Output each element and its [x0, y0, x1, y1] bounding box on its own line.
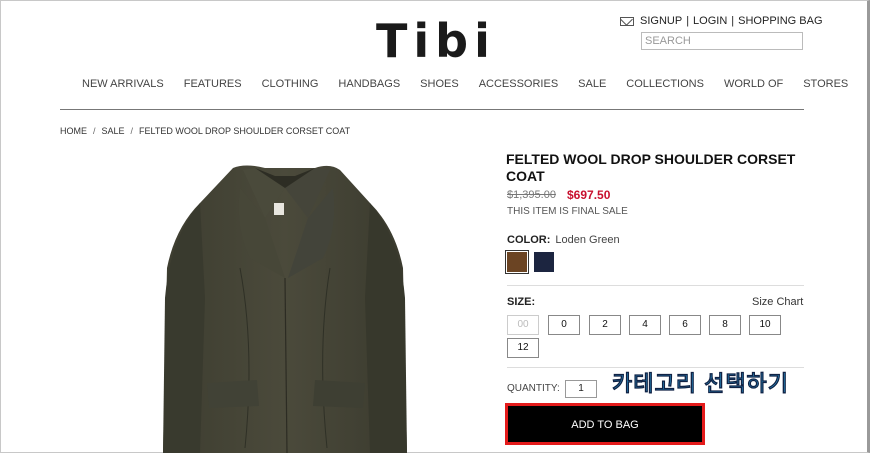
nav-collections[interactable]: COLLECTIONS	[616, 78, 714, 90]
nav-features[interactable]: FEATURES	[174, 78, 252, 90]
final-sale-note: THIS ITEM IS FINAL SALE	[507, 206, 628, 217]
product-image[interactable]	[145, 148, 425, 453]
nav-sale[interactable]: SALE	[568, 78, 616, 90]
color-swatch-brown[interactable]	[505, 250, 529, 274]
main-nav: NEW ARRIVALS FEATURES CLOTHING HANDBAGS …	[72, 78, 858, 90]
size-option-8[interactable]: 8	[709, 315, 741, 335]
breadcrumb-current: FELTED WOOL DROP SHOULDER CORSET COAT	[139, 126, 351, 136]
size-label: SIZE:	[507, 296, 536, 308]
coat-illustration	[163, 165, 407, 453]
nav-handbags[interactable]: HANDBAGS	[328, 78, 410, 90]
shopping-bag-link[interactable]: SHOPPING BAG	[738, 15, 822, 27]
size-chart-link[interactable]: Size Chart	[752, 296, 803, 308]
add-to-bag-button[interactable]: ADD TO BAG	[505, 403, 705, 445]
color-swatch-navy[interactable]	[534, 252, 554, 272]
divider	[507, 285, 804, 286]
size-option-12[interactable]: 12	[507, 338, 539, 358]
sale-price: $697.50	[567, 188, 611, 202]
product-title: FELTED WOOL DROP SHOULDER CORSET COAT	[506, 151, 796, 184]
color-label-row: COLOR: Loden Green	[507, 234, 620, 246]
breadcrumb-home[interactable]: HOME	[60, 126, 87, 136]
signup-link[interactable]: SIGNUP	[640, 15, 682, 27]
breadcrumb: HOME / SALE / FELTED WOOL DROP SHOULDER CORS…	[60, 126, 351, 136]
size-option-2[interactable]: 2	[589, 315, 621, 335]
nav-clothing[interactable]: CLOTHING	[252, 78, 329, 90]
utility-links: SIGNUP | LOGIN | SHOPPING BAG	[620, 15, 823, 27]
original-price: $1,395.00	[507, 189, 556, 201]
brand-logo[interactable]: Tibi	[376, 16, 496, 66]
nav-stores[interactable]: STORES	[793, 78, 858, 90]
login-link[interactable]: LOGIN	[693, 15, 727, 27]
size-option-6[interactable]: 6	[669, 315, 701, 335]
size-option-0[interactable]: 0	[548, 315, 580, 335]
breadcrumb-sale[interactable]: SALE	[102, 126, 125, 136]
mail-icon	[620, 16, 634, 26]
size-option-4[interactable]: 4	[629, 315, 661, 335]
search-input[interactable]	[641, 32, 803, 50]
nav-divider	[60, 109, 804, 110]
nav-new-arrivals[interactable]: NEW ARRIVALS	[72, 78, 174, 90]
color-value: Loden Green	[555, 234, 620, 246]
quantity-label: QUANTITY:	[507, 383, 560, 394]
nav-accessories[interactable]: ACCESSORIES	[469, 78, 568, 90]
nav-shoes[interactable]: SHOES	[410, 78, 469, 90]
size-option-10[interactable]: 10	[749, 315, 781, 335]
nav-world-of[interactable]: WORLD OF	[714, 78, 793, 90]
quantity-input[interactable]: 1	[565, 380, 597, 398]
annotation-caption: 카테고리 선택하기	[612, 371, 790, 397]
size-option-00[interactable]: 00	[507, 315, 539, 335]
color-label: COLOR:	[507, 234, 551, 246]
